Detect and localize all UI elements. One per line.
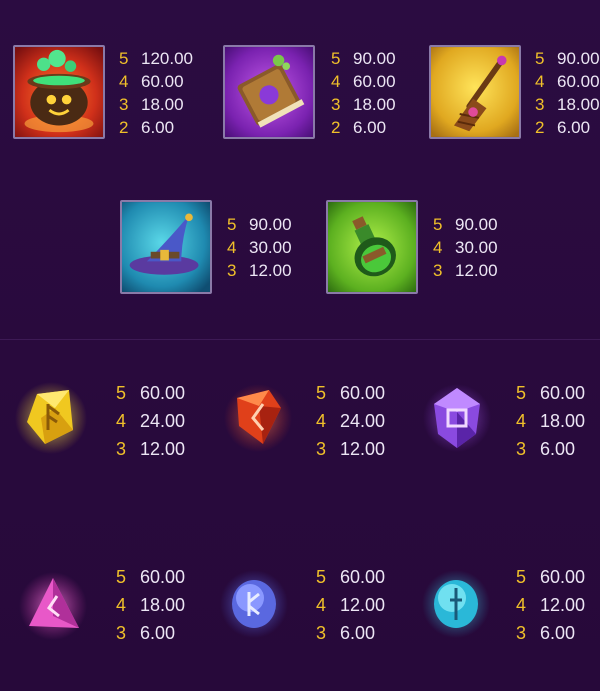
pay-value: 60.00 [140, 567, 186, 587]
pay-value: 24.00 [340, 411, 386, 431]
pay-count: 5 [316, 567, 327, 587]
pay-value: 6.00 [557, 118, 591, 137]
pay-value: 90.00 [557, 49, 600, 68]
pay-value: 18.00 [557, 95, 600, 114]
pay-count: 3 [316, 439, 327, 459]
pay-count: 2 [535, 118, 545, 137]
pay-value: 90.00 [353, 49, 396, 68]
cyan-round-rune-icon [421, 562, 491, 642]
pay-value: 12.00 [340, 439, 386, 459]
pay-count: 2 [331, 118, 341, 137]
pay-count: 5 [116, 383, 127, 403]
pay-count: 4 [535, 72, 545, 91]
pay-value: 60.00 [140, 383, 186, 403]
pay-value: 60.00 [340, 567, 386, 587]
pay-count: 3 [119, 95, 129, 114]
broom-icon [429, 45, 521, 139]
yellow-rune-gem-icon [15, 378, 87, 458]
pay-count: 4 [433, 238, 443, 257]
pay-count: 3 [316, 623, 327, 643]
pay-value: 60.00 [141, 72, 184, 91]
pay-count: 4 [119, 72, 129, 91]
pay-value: 30.00 [249, 238, 292, 257]
pay-count: 4 [516, 595, 527, 615]
pay-value: 60.00 [353, 72, 396, 91]
pay-count: 3 [116, 623, 127, 643]
pay-value: 24.00 [140, 411, 186, 431]
pay-count: 5 [516, 567, 527, 587]
pay-value: 12.00 [249, 261, 292, 280]
pay-value: 12.00 [455, 261, 498, 280]
pay-count: 5 [535, 49, 545, 68]
section-divider [0, 339, 600, 340]
purple-rune-gem-icon [422, 376, 492, 456]
pay-value: 30.00 [455, 238, 498, 257]
paytable-panel: 5 120.00 4 60.00 3 18.00 2 6.00 5 90.00 … [0, 0, 600, 691]
pay-value: 60.00 [540, 383, 586, 403]
pay-count: 5 [116, 567, 127, 587]
pay-value: 12.00 [340, 595, 386, 615]
pay-count: 4 [331, 72, 341, 91]
pay-value: 60.00 [540, 567, 586, 587]
pay-value: 60.00 [557, 72, 600, 91]
pay-count: 4 [316, 595, 327, 615]
pay-value: 6.00 [141, 118, 175, 137]
red-rune-gem-icon [223, 378, 293, 458]
pay-value: 120.00 [141, 49, 193, 68]
pay-count: 4 [116, 411, 127, 431]
pay-value: 6.00 [353, 118, 387, 137]
pay-count: 3 [433, 261, 443, 280]
pay-value: 12.00 [140, 439, 186, 459]
pay-count: 5 [516, 383, 527, 403]
pay-value: 18.00 [353, 95, 396, 114]
pay-count: 3 [227, 261, 237, 280]
pay-count: 2 [119, 118, 129, 137]
pay-value: 90.00 [455, 215, 498, 234]
pay-count: 3 [116, 439, 127, 459]
pay-count: 3 [331, 95, 341, 114]
pay-count: 4 [227, 238, 237, 257]
pay-count: 4 [316, 411, 327, 431]
pay-value: 6.00 [540, 439, 576, 459]
pay-count: 5 [316, 383, 327, 403]
blue-round-rune-icon [219, 562, 289, 642]
pay-count: 5 [433, 215, 443, 234]
spellbook-icon [223, 45, 315, 139]
pay-value: 6.00 [340, 623, 376, 643]
pay-count: 3 [535, 95, 545, 114]
pay-count: 5 [227, 215, 237, 234]
pay-value: 12.00 [540, 595, 586, 615]
pay-value: 18.00 [540, 411, 586, 431]
pay-value: 18.00 [141, 95, 184, 114]
pay-count: 5 [119, 49, 129, 68]
witch-hat-icon [120, 200, 212, 294]
pay-value: 6.00 [140, 623, 176, 643]
pay-count: 4 [116, 595, 127, 615]
pay-value: 60.00 [340, 383, 386, 403]
pay-value: 90.00 [249, 215, 292, 234]
pay-count: 5 [331, 49, 341, 68]
pink-triangle-rune-icon [17, 564, 87, 644]
pay-count: 3 [516, 439, 527, 459]
pay-value: 6.00 [540, 623, 576, 643]
cauldron-icon [13, 45, 105, 139]
potion-icon [326, 200, 418, 294]
pay-value: 18.00 [140, 595, 186, 615]
pay-count: 4 [516, 411, 527, 431]
pay-count: 3 [516, 623, 527, 643]
